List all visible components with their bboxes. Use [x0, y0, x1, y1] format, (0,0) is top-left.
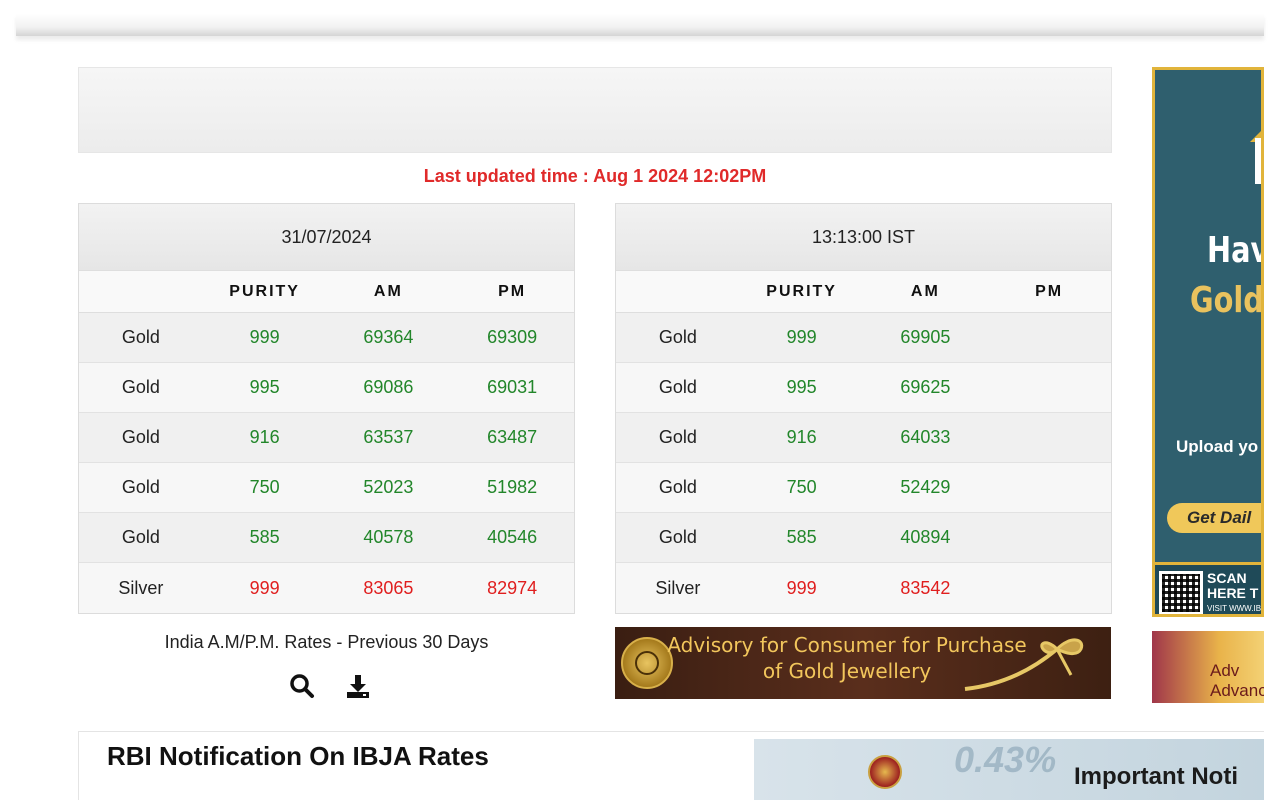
table-row: Silver 999 83065 82974	[79, 563, 574, 613]
top-banner	[78, 67, 1112, 153]
table-row: Gold 995 69625	[616, 363, 1111, 413]
table-row: Gold 999 69364 69309	[79, 313, 574, 363]
purity-cell: 750	[786, 477, 817, 497]
pm-rate-cell: 63487	[487, 427, 538, 447]
purity-cell: 999	[249, 327, 280, 347]
metal-cell: Gold	[121, 327, 160, 347]
purity-cell: 916	[249, 427, 280, 447]
table-row: Gold 916 63537 63487	[79, 413, 574, 463]
side-advertisement-2[interactable]: Adv Advanc	[1152, 631, 1264, 703]
metal-cell: Gold	[658, 327, 697, 347]
top-nav-bar	[16, 14, 1264, 36]
column-header-purity: PURITY	[229, 282, 300, 300]
metal-cell: Gold	[121, 527, 160, 547]
am-rate-cell: 40578	[363, 527, 414, 547]
ad-headline-have: Have	[1207, 230, 1261, 271]
last-updated-text: Last updated time : Aug 1 2024 12:02PM	[423, 166, 767, 186]
am-rate-cell: 83065	[363, 577, 414, 598]
scan-text: SCAN	[1207, 570, 1247, 586]
rates-table-previous-day: 31/07/2024 PURITY AM PM Gold 999 69364 6930…	[78, 203, 575, 614]
table-row: Gold 750 52429	[616, 463, 1111, 513]
table-date-header: 31/07/2024	[79, 204, 574, 271]
metal-cell: Gold	[658, 527, 697, 547]
purity-cell: 585	[249, 527, 280, 547]
am-rate-cell: 69905	[900, 327, 951, 347]
purity-cell: 999	[249, 577, 280, 598]
metal-cell: Silver	[655, 577, 701, 598]
metal-cell: Gold	[658, 377, 697, 397]
table-row: Gold 999 69905	[616, 313, 1111, 363]
purity-cell: 585	[786, 527, 817, 547]
purity-cell: 995	[786, 377, 817, 397]
am-rate-cell: 69364	[363, 327, 414, 347]
ad-scan-bar: SCAN HERE T VISIT WWW.IB	[1155, 562, 1262, 614]
ribbon-icon	[964, 638, 1084, 691]
table-row: Gold 585 40894	[616, 513, 1111, 563]
table-row: Gold 995 69086 69031	[79, 363, 574, 413]
table-row: Gold 750 52023 51982	[79, 463, 574, 513]
table-column-headers: PURITY AM PM	[616, 271, 1111, 313]
ad-get-daily-button[interactable]: Get Dail	[1167, 503, 1261, 533]
purity-cell: 750	[249, 477, 280, 497]
metal-cell: Gold	[121, 477, 160, 497]
important-notice-banner[interactable]: 0.43% Important Noti	[754, 739, 1264, 800]
am-rate-cell: 64033	[900, 427, 951, 447]
column-header-am: AM	[910, 282, 940, 300]
ad2-line-2: Advanc	[1210, 681, 1264, 700]
advisory-banner[interactable]: Advisory for Consumer for Purchase of Go…	[615, 627, 1111, 699]
purity-cell: 916	[786, 427, 817, 447]
metal-cell: Gold	[121, 377, 160, 397]
qr-code-icon	[1159, 571, 1203, 614]
previous-30-days-link[interactable]: India A.M/P.M. Rates - Previous 30 Days	[78, 632, 575, 653]
important-notice-title: Important Noti	[1074, 763, 1238, 790]
table-row: Silver 999 83542	[616, 563, 1111, 613]
metal-cell: Gold	[121, 427, 160, 447]
metal-cell: Gold	[658, 427, 697, 447]
download-icon[interactable]	[342, 670, 374, 702]
ad-headline-gold: Gold	[1190, 280, 1264, 321]
background-percent-text: 0.43%	[954, 739, 1057, 780]
rates-table-today: 13:13:00 IST PURITY AM PM Gold 999 69905 Go…	[615, 203, 1112, 614]
visit-url-text: VISIT WWW.IB	[1207, 604, 1262, 613]
table-time-header: 13:13:00 IST	[616, 204, 1111, 271]
table-column-headers: PURITY AM PM	[79, 271, 574, 313]
am-rate-cell: 69625	[900, 377, 951, 397]
am-rate-cell: 83542	[900, 577, 951, 598]
side-advertisement[interactable]: Have Gold Upload yo Get Dail SCAN HERE T…	[1152, 67, 1264, 617]
purity-cell: 999	[786, 327, 817, 347]
purity-cell: 999	[786, 577, 817, 598]
column-header-am: AM	[373, 282, 403, 300]
pm-rate-cell: 82974	[487, 577, 538, 598]
table-row: Gold 585 40578 40546	[79, 513, 574, 563]
ad2-line-1: Adv	[1210, 661, 1240, 680]
scan-here-text: HERE T	[1207, 585, 1259, 601]
metal-cell: Gold	[658, 477, 697, 497]
am-rate-cell: 52429	[900, 477, 951, 497]
am-rate-cell: 63537	[363, 427, 414, 447]
section-title: RBI Notification On IBJA Rates	[107, 741, 489, 771]
seal-icon	[868, 755, 902, 789]
am-rate-cell: 69086	[363, 377, 414, 397]
ad-upload-text: Upload yo	[1176, 437, 1259, 456]
pm-rate-cell: 69309	[487, 327, 538, 347]
pm-rate-cell: 40546	[487, 527, 538, 547]
search-icon[interactable]	[286, 670, 318, 702]
am-rate-cell: 40894	[900, 527, 951, 547]
seal-icon	[621, 637, 673, 689]
column-header-pm: PM	[498, 282, 527, 300]
pm-rate-cell: 69031	[487, 377, 538, 397]
pm-rate-cell: 51982	[487, 477, 538, 497]
am-rate-cell: 52023	[363, 477, 414, 497]
column-header-purity: PURITY	[766, 282, 837, 300]
purity-cell: 995	[249, 377, 280, 397]
table-row: Gold 916 64033	[616, 413, 1111, 463]
metal-cell: Silver	[118, 577, 164, 598]
column-header-pm: PM	[1035, 282, 1064, 300]
rates-tools	[286, 670, 374, 702]
